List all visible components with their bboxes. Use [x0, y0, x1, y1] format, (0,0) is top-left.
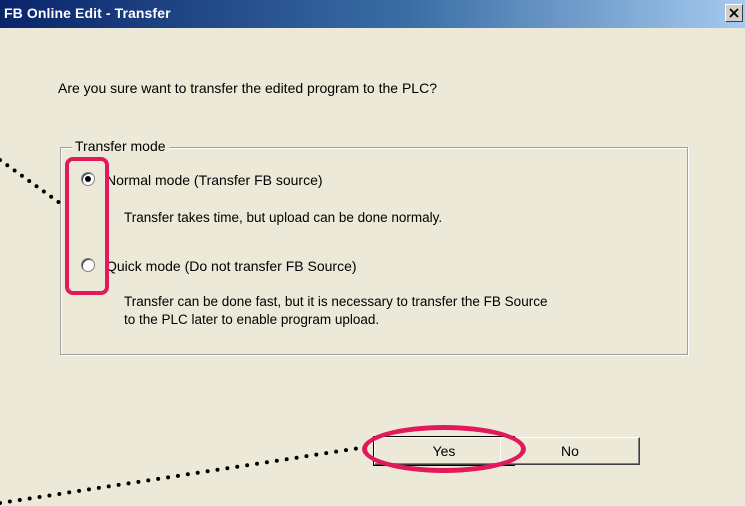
- yes-button-highlight-annotation: [362, 425, 526, 473]
- window-title: FB Online Edit - Transfer: [4, 5, 171, 21]
- quick-mode-description-line1: Transfer can be done fast, but it is nec…: [124, 294, 548, 309]
- close-icon: [729, 8, 739, 18]
- normal-mode-description: Transfer takes time, but upload can be d…: [124, 210, 443, 225]
- confirm-message: Are you sure want to transfer the edited…: [58, 80, 437, 96]
- close-button[interactable]: [725, 4, 743, 22]
- quick-mode-label[interactable]: Quick mode (Do not transfer FB Source): [106, 258, 357, 274]
- normal-mode-label[interactable]: Normal mode (Transfer FB source): [106, 172, 323, 188]
- title-bar[interactable]: FB Online Edit - Transfer: [0, 0, 745, 28]
- transfer-dialog: FB Online Edit - Transfer Are you sure w…: [0, 0, 745, 506]
- quick-mode-description-line2: to the PLC later to enable program uploa…: [124, 312, 380, 327]
- transfer-mode-label: Transfer mode: [72, 138, 169, 154]
- radio-highlight-annotation: [65, 157, 109, 295]
